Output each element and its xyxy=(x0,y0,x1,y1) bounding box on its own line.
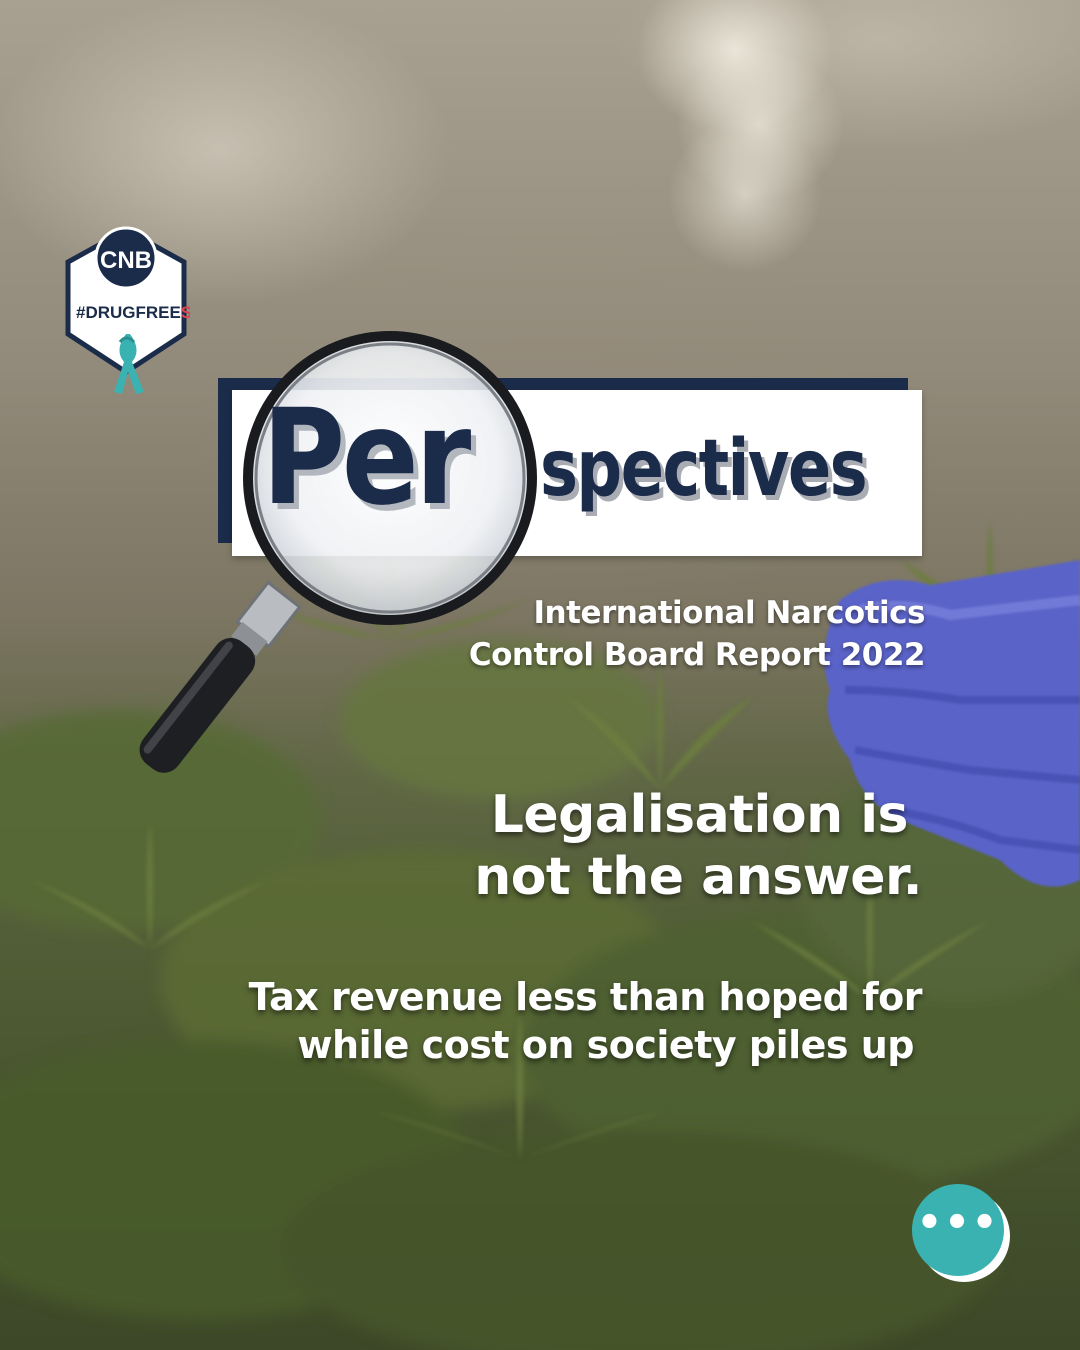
more-button[interactable]: ••• xyxy=(912,1184,1010,1282)
banner-title-text: spectives xyxy=(540,424,868,514)
subtitle-line-1: International Narcotics xyxy=(533,595,926,631)
more-button-circle[interactable]: ••• xyxy=(912,1184,1004,1276)
body-line-1: Tax revenue less than hoped for xyxy=(248,975,923,1019)
more-dots-icon: ••• xyxy=(916,1200,1000,1246)
report-subtitle: International Narcotics Control Board Re… xyxy=(468,592,926,676)
headline-line-1: Legalisation is xyxy=(490,785,909,845)
magnified-title-text: Per xyxy=(262,381,471,535)
headline: Legalisation is not the answer. xyxy=(474,784,922,908)
headline-line-2: not the answer. xyxy=(474,847,922,907)
badge-org-text: CNB xyxy=(100,247,152,274)
subtitle-line-2: Control Board Report 2022 xyxy=(468,637,926,673)
body-line-2: while cost on society piles up xyxy=(297,1023,914,1067)
